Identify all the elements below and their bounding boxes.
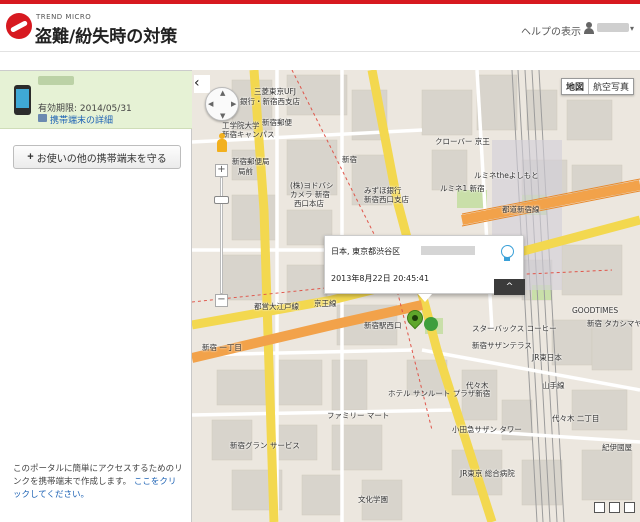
- location-address: 日本, 東京都渋谷区: [331, 247, 401, 256]
- zoom-out-button[interactable]: −: [215, 294, 228, 307]
- map-label-yamanote: 山手線: [542, 381, 565, 390]
- map-view[interactable]: 三菱東京UFJ 銀行・新宿西支店 工学院大学 新宿キャンパス 新宿郵便 新宿郵便…: [192, 70, 640, 522]
- map-label-odakyu: 新宿: [342, 155, 357, 164]
- map-label-nishishinjuku: 新宿 一丁目: [202, 343, 242, 352]
- pan-down-icon[interactable]: ▼: [220, 112, 225, 120]
- pan-control[interactable]: ▲ ▼ ◀ ▶: [205, 87, 239, 121]
- map-label-famima: ファミリー マート: [327, 411, 390, 420]
- protect-other-device-label: お使いの他の携帯端末を守る: [36, 153, 167, 165]
- map-label-kdx: 新宿グラン サービス: [230, 441, 300, 450]
- map-label-takashimaya: 新宿 タカシマヤ: [587, 319, 640, 328]
- tree-marker-icon: [424, 317, 438, 331]
- pan-up-icon[interactable]: ▲: [220, 89, 225, 97]
- user-icon[interactable]: [584, 22, 594, 34]
- map-label-odakyu-southern: 小田急サザン タワー: [452, 425, 522, 434]
- map-label-kogakuin2: 新宿キャンパス: [222, 130, 275, 139]
- map-label-yodobashi3: 西口本店: [294, 199, 324, 208]
- map-label-lumine1: ルミネ1 新宿: [440, 184, 485, 193]
- map-label-crown: クローバー 京王: [435, 137, 490, 146]
- map-label-starbucks: スターバックス コーヒー: [472, 324, 557, 333]
- print-icon[interactable]: [594, 502, 605, 513]
- map-type-toggle: 地図 航空写真: [561, 78, 635, 95]
- user-name-redacted[interactable]: [597, 23, 629, 32]
- street-view-pegman-icon[interactable]: [216, 133, 228, 153]
- map-label-goodtimes: GOODTIMES: [572, 306, 619, 315]
- map-label-keio-line: 京王線: [314, 299, 337, 308]
- portal-instructions: このポータルに簡単にアクセスするためのリンクを携帯端末で作成します。 ここをクリ…: [13, 463, 183, 502]
- trend-micro-logo-icon[interactable]: [6, 13, 32, 39]
- address-redacted: [421, 246, 475, 255]
- map-label-mitsubishi2: 銀行・新宿西支店: [240, 97, 300, 106]
- map-label-toshimaen: 都道新宿線: [502, 205, 540, 214]
- collapse-sidebar-button[interactable]: ‹: [194, 75, 210, 93]
- map-label-hotel-sunroute: ホテル サンルート プラザ新宿: [388, 389, 491, 398]
- map-footer-controls: [594, 502, 635, 513]
- smartphone-icon: [14, 85, 31, 115]
- map-label-nishiguchi: 新宿駅西口: [364, 321, 402, 330]
- zoom-in-button[interactable]: +: [215, 164, 228, 177]
- app-header: TREND MICRO 盗難/紛失時の対策 ヘルプの表示 ▾: [0, 4, 640, 52]
- map-label-mizuho2: 新宿西口支店: [364, 195, 409, 204]
- lightbulb-icon[interactable]: [500, 245, 514, 263]
- map-label-jr-hospital: JR東京 総合病院: [460, 469, 515, 478]
- map-label-southern-terrace: 新宿サザンテラス: [472, 341, 532, 350]
- map-label-yoyogi2: 代々木 二丁目: [552, 414, 600, 423]
- plus-icon: +: [27, 151, 34, 163]
- map-label-oedo: 都営大江戸線: [254, 302, 299, 311]
- device-location-pin-icon[interactable]: [403, 306, 427, 338]
- sidebar: 有効期限: 2014/05/31 携帯端末の詳細 + お使いの他の携帯端末を守る…: [0, 70, 192, 522]
- device-name-redacted: [38, 76, 74, 85]
- fullscreen-icon[interactable]: [609, 502, 620, 513]
- pin-dot: [412, 315, 418, 321]
- help-link[interactable]: ヘルプの表示: [521, 23, 581, 38]
- device-details-icon: [38, 114, 47, 122]
- location-popup: 日本, 東京都渋谷区 2013年8月22日 20:45:41 ^: [324, 235, 525, 295]
- map-label-shinjuku-post: 新宿郵便: [262, 118, 292, 127]
- brand-name: TREND MICRO: [36, 13, 92, 21]
- chevron-down-icon[interactable]: ▾: [630, 24, 634, 33]
- popup-pointer: [418, 294, 432, 302]
- map-label-jr-east: JR東日本: [532, 353, 562, 362]
- map-label-kinokuniya: 紀伊國屋: [602, 443, 632, 452]
- pan-right-icon[interactable]: ▶: [231, 100, 236, 108]
- map-label-shinjuku-post2: 局前: [238, 167, 253, 176]
- zoom-slider-thumb[interactable]: [214, 196, 229, 204]
- map-label-lumine-the: ルミネtheよしもと: [474, 171, 539, 180]
- map-type-satellite-button[interactable]: 航空写真: [589, 79, 634, 94]
- popup-collapse-button[interactable]: ^: [494, 279, 525, 295]
- protect-other-device-button[interactable]: + お使いの他の携帯端末を守る: [13, 145, 181, 169]
- location-timestamp: 2013年8月22日 20:45:41: [331, 274, 430, 283]
- device-details-link[interactable]: 携帯端末の詳細: [50, 113, 113, 126]
- pan-left-icon[interactable]: ◀: [208, 100, 213, 108]
- page-title: 盗難/紛失時の対策: [35, 27, 178, 47]
- map-type-map-button[interactable]: 地図: [562, 79, 590, 94]
- layers-icon[interactable]: [624, 502, 635, 513]
- map-label-bunka: 文化学園: [358, 495, 388, 504]
- device-card[interactable]: 有効期限: 2014/05/31 携帯端末の詳細: [0, 71, 192, 129]
- zoom-slider-track[interactable]: [220, 177, 223, 294]
